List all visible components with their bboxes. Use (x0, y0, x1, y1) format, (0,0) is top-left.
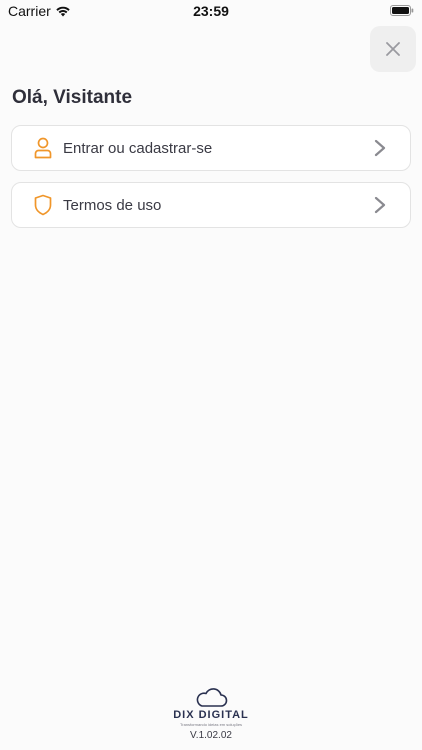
menu-item-login[interactable]: Entrar ou cadastrar-se (11, 125, 411, 171)
greeting-title: Olá, Visitante (12, 87, 133, 108)
clock: 23:59 (193, 3, 229, 19)
menu-item-terms-label: Termos de uso (63, 196, 162, 214)
shield-icon (32, 193, 54, 217)
close-button[interactable] (370, 26, 416, 72)
app-version: V.1.02.02 (190, 730, 232, 741)
menu-item-terms[interactable]: Termos de uso (11, 182, 411, 228)
user-icon (32, 136, 54, 160)
status-bar: Carrier 23:59 (0, 0, 422, 24)
footer-logo: DIX DIGITAL Transformando ideias em solu… (0, 688, 422, 741)
chevron-right-icon (374, 196, 386, 214)
cloud-icon (196, 688, 228, 707)
menu-item-login-label: Entrar ou cadastrar-se (63, 139, 213, 157)
brand-tagline: Transformando ideias em soluções (179, 722, 243, 727)
close-icon (386, 42, 400, 56)
battery-icon (390, 5, 414, 16)
chevron-right-icon (374, 139, 386, 157)
brand-name: DIX DIGITAL (173, 709, 249, 721)
